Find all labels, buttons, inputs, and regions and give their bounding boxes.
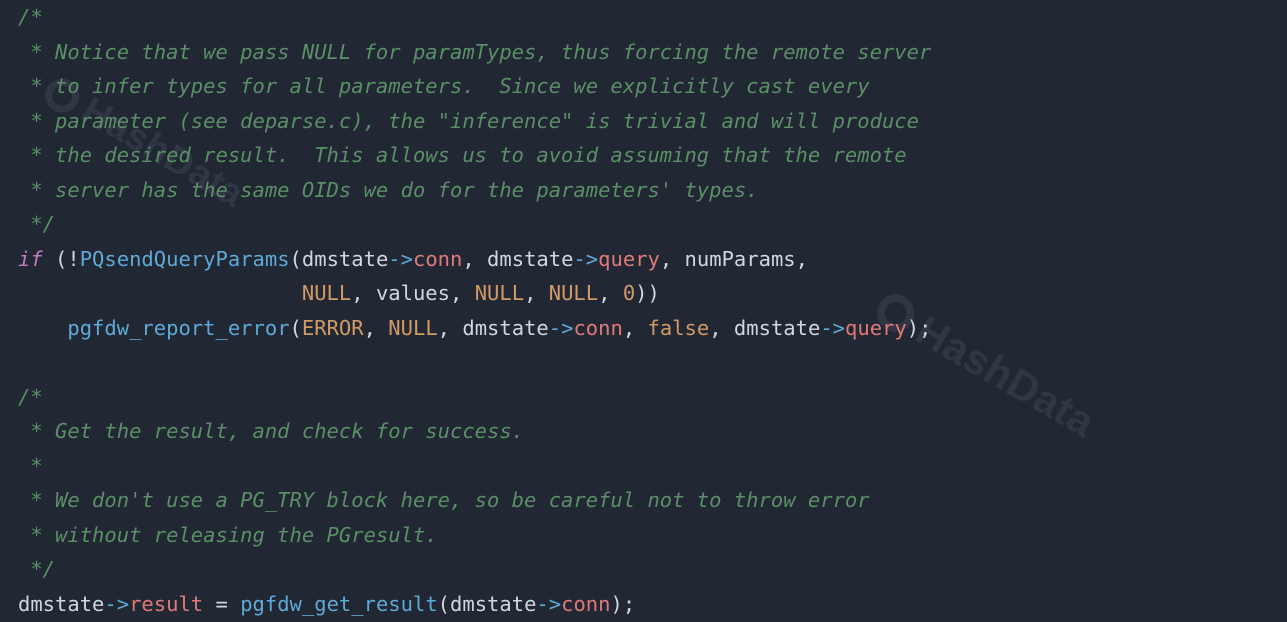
punct: (! (43, 247, 80, 271)
constant-error: ERROR (302, 316, 364, 340)
arrow-op: -> (573, 247, 598, 271)
punct: , (524, 281, 549, 305)
code-block[interactable]: /* * Notice that we pass NULL for paramT… (0, 0, 1287, 621)
arrow-op: -> (388, 247, 413, 271)
member: query (845, 316, 907, 340)
comment-line: /* (18, 385, 43, 409)
punct (18, 281, 302, 305)
arrow-op: -> (536, 592, 561, 616)
keyword-if: if (18, 247, 43, 271)
comment-line: */ (18, 557, 55, 581)
identifier: numParams (685, 247, 796, 271)
punct: = (203, 592, 240, 616)
constant-null: NULL (475, 281, 524, 305)
constant-null: NULL (388, 316, 437, 340)
punct: ); (610, 592, 635, 616)
punct: , (709, 316, 734, 340)
punct: , (450, 281, 475, 305)
member: query (598, 247, 660, 271)
punct: ( (438, 592, 450, 616)
constant-null: NULL (549, 281, 598, 305)
indent (18, 316, 67, 340)
arrow-op: -> (104, 592, 129, 616)
punct: )) (635, 281, 660, 305)
member: conn (573, 316, 622, 340)
member: conn (413, 247, 462, 271)
comment-line: /* (18, 5, 43, 29)
fn-call: pgfdw_get_result (240, 592, 437, 616)
comment-line: * parameter (see deparse.c), the "infere… (18, 109, 919, 133)
identifier: dmstate (302, 247, 388, 271)
number: 0 (623, 281, 635, 305)
constant-null: NULL (302, 281, 351, 305)
arrow-op: -> (549, 316, 574, 340)
identifier: dmstate (734, 316, 820, 340)
comment-line: * We don't use a PG_TRY block here, so b… (18, 488, 870, 512)
fn-call: PQsendQueryParams (80, 247, 290, 271)
punct: , (364, 316, 389, 340)
punct: ); (907, 316, 932, 340)
punct: ( (290, 316, 302, 340)
punct: , (623, 316, 648, 340)
member: result (129, 592, 203, 616)
member: conn (561, 592, 610, 616)
arrow-op: -> (820, 316, 845, 340)
comment-line: * Get the result, and check for success. (18, 419, 524, 443)
comment-line: */ (18, 212, 55, 236)
punct: ( (290, 247, 302, 271)
comment-line: * server has the same OIDs we do for the… (18, 178, 759, 202)
punct: , (438, 316, 463, 340)
punct: , (351, 281, 376, 305)
comment-line: * (18, 454, 43, 478)
constant-false: false (648, 316, 710, 340)
comment-line: * without releasing the PGresult. (18, 523, 438, 547)
comment-line: * to infer types for all parameters. Sin… (18, 74, 870, 98)
identifier: dmstate (487, 247, 573, 271)
comment-line: * Notice that we pass NULL for paramType… (18, 40, 931, 64)
punct: , (462, 247, 487, 271)
punct: , (796, 247, 808, 271)
identifier: values (376, 281, 450, 305)
comment-line: * the desired result. This allows us to … (18, 143, 907, 167)
punct: , (660, 247, 685, 271)
identifier: dmstate (450, 592, 536, 616)
identifier: dmstate (18, 592, 104, 616)
identifier: dmstate (462, 316, 548, 340)
punct: , (598, 281, 623, 305)
fn-call: pgfdw_report_error (67, 316, 289, 340)
